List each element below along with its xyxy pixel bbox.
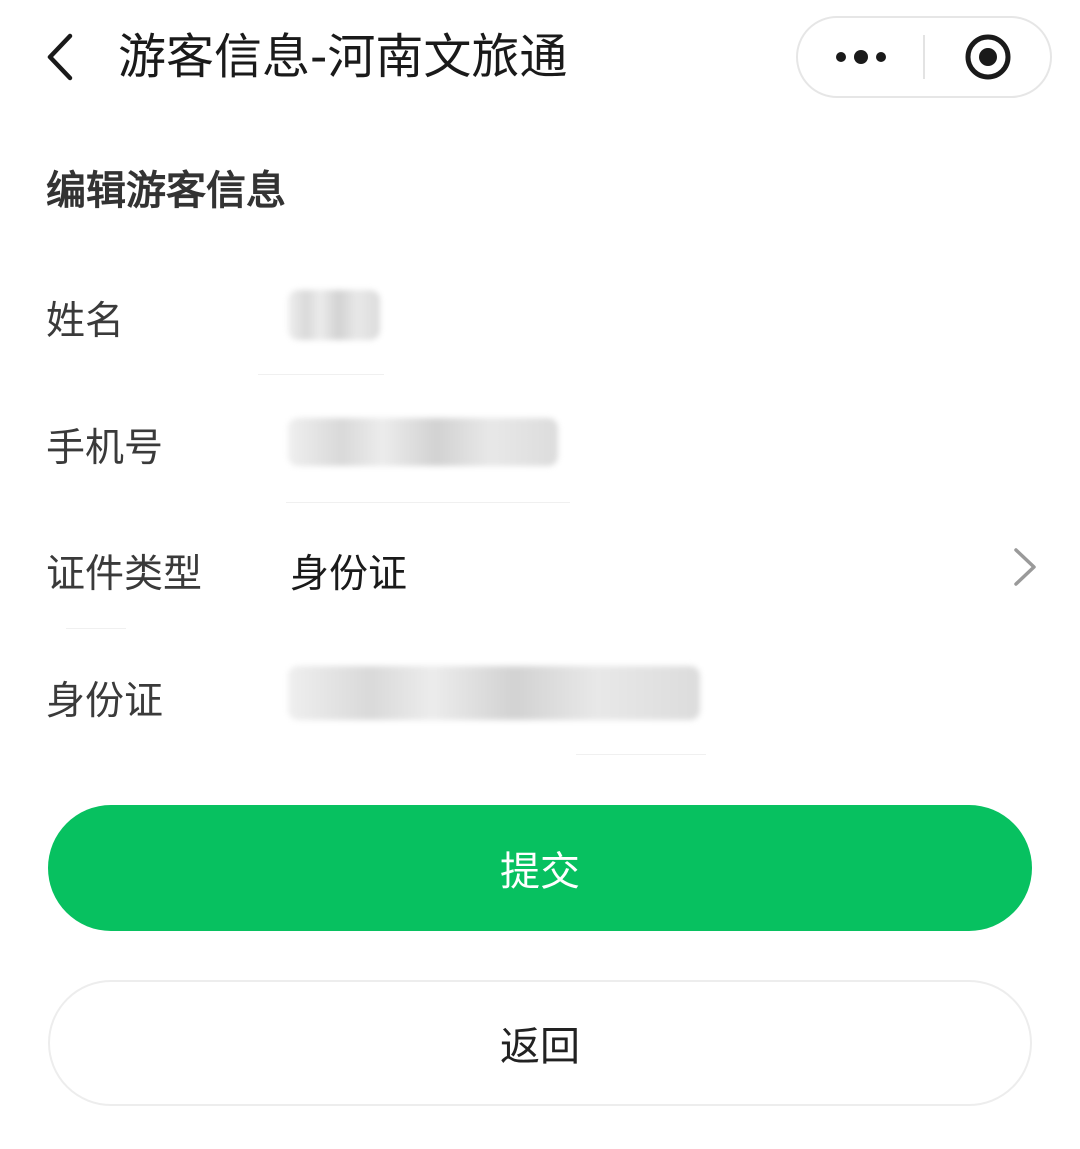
back-button[interactable] (30, 22, 90, 92)
more-dots-icon (835, 50, 886, 64)
phone-divider (286, 502, 570, 503)
page-title: 游客信息-河南文旅通 (118, 29, 568, 85)
name-divider (258, 374, 384, 375)
phone-label: 手机号 (46, 426, 164, 471)
name-label: 姓名 (46, 299, 125, 344)
id-number-divider (576, 754, 706, 755)
id-number-field-redacted[interactable] (288, 666, 700, 720)
name-field-redacted[interactable] (288, 290, 380, 340)
id-type-label: 证件类型 (46, 552, 203, 597)
close-mini-program-button[interactable] (925, 18, 1050, 96)
mini-program-capsule (796, 16, 1052, 98)
return-button[interactable]: 返回 (48, 980, 1032, 1106)
target-circle-icon (965, 34, 1010, 80)
chevron-left-icon (47, 33, 73, 81)
id-type-value[interactable]: 身份证 (290, 543, 407, 599)
chevron-right-icon[interactable] (1006, 546, 1042, 588)
page: 游客信息-河南文旅通 编辑游客信息 姓名 手机号 证件类型 身份证 身份证 提交… (0, 0, 1080, 1149)
more-menu-button[interactable] (798, 18, 923, 96)
id-type-divider (66, 628, 126, 629)
section-title: 编辑游客信息 (46, 168, 286, 214)
phone-field-redacted[interactable] (288, 418, 558, 466)
submit-button[interactable]: 提交 (48, 805, 1032, 931)
id-number-label: 身份证 (46, 679, 164, 724)
